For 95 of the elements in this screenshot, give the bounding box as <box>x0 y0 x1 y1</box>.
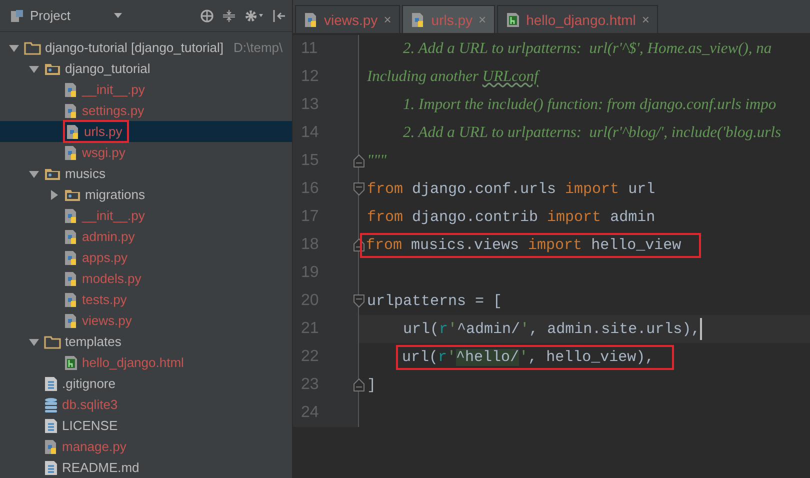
close-icon[interactable]: × <box>642 12 650 27</box>
tree-item[interactable]: hello_django.html <box>0 352 292 373</box>
file-name: manage.py <box>62 439 126 454</box>
close-icon[interactable]: × <box>384 12 392 27</box>
code-line: ] <box>367 376 376 394</box>
file-name: admin.py <box>82 229 135 244</box>
tree-item[interactable]: migrations <box>0 184 292 205</box>
file-name: urls.py <box>84 124 122 139</box>
file-name: hello_django.html <box>82 355 184 370</box>
text-file-icon <box>44 460 58 476</box>
editor-tab[interactable]: hello_django.html × <box>497 5 658 33</box>
tree-item[interactable]: README.md <box>0 457 292 478</box>
settings-icon[interactable] <box>244 8 264 22</box>
package-folder-icon <box>44 62 61 76</box>
project-icon <box>10 8 24 22</box>
tree-item[interactable]: admin.py <box>0 226 292 247</box>
python-file-icon <box>64 82 78 98</box>
tree-item[interactable]: LICENSE <box>0 415 292 436</box>
tree-item[interactable]: templates <box>0 331 292 352</box>
python-file-icon <box>64 228 78 244</box>
tree-item[interactable]: musics <box>0 163 292 184</box>
python-file-icon <box>64 102 78 118</box>
file-name: .gitignore <box>62 376 116 391</box>
python-file-icon <box>64 250 78 266</box>
package-folder-icon <box>44 166 61 180</box>
collapse-all-icon[interactable] <box>222 8 236 22</box>
code-line: 1. Import the include() function: from django.conf.urls impo <box>403 96 776 114</box>
python-file-icon <box>304 12 318 28</box>
code-line: from musics.views import hello_view <box>366 236 682 254</box>
file-name: tests.py <box>82 292 127 307</box>
tree-item[interactable]: urls.py <box>0 121 292 142</box>
code-line: """ <box>367 152 387 170</box>
file-name: wsgi.py <box>82 145 126 160</box>
file-name: templates <box>65 334 122 349</box>
tree-item[interactable]: manage.py <box>0 436 292 457</box>
python-file-icon <box>64 144 78 160</box>
file-name: __init__.py <box>82 208 145 223</box>
file-name: views.py <box>82 313 132 328</box>
hide-panel-icon[interactable] <box>272 8 286 22</box>
tree-item[interactable]: models.py <box>0 268 292 289</box>
python-file-icon <box>64 270 78 286</box>
tree-item[interactable]: tests.py <box>0 289 292 310</box>
code-line: 2. Add a URL to urlpatterns: url(r'^blog/', include('blog.urls <box>403 124 782 142</box>
tree-item[interactable]: wsgi.py <box>0 142 292 163</box>
file-name: apps.py <box>82 250 128 265</box>
fold-marker-icon[interactable] <box>352 182 364 196</box>
file-name: django-tutorial [django_tutorial] <box>45 40 224 55</box>
text-file-icon <box>44 376 58 392</box>
project-path: D:\temp\ <box>234 40 283 55</box>
file-name: django_tutorial <box>65 61 150 76</box>
tree-item[interactable]: .gitignore <box>0 373 292 394</box>
fold-marker-icon[interactable] <box>352 294 364 308</box>
locate-icon[interactable] <box>200 8 214 22</box>
python-file-icon <box>64 208 78 224</box>
tree-item[interactable]: views.py <box>0 310 292 331</box>
file-name: settings.py <box>82 103 144 118</box>
html-file-icon <box>506 12 520 28</box>
project-view-dropdown[interactable]: Project <box>10 8 122 23</box>
code-line: from django.contrib import admin <box>367 208 656 226</box>
editor-tab[interactable]: views.py × <box>295 5 400 33</box>
code-line: 2. Add a URL to urlpatterns: url(r'^$', Home.as_view(), na <box>403 40 772 58</box>
file-name: musics <box>65 166 106 181</box>
package-folder-icon <box>64 188 81 202</box>
code-line: urlpatterns = [ <box>367 292 502 310</box>
html-file-icon <box>64 354 78 370</box>
collapsed-arrow-icon[interactable] <box>48 188 60 200</box>
file-name: README.md <box>62 460 140 475</box>
file-name: LICENSE <box>62 418 118 433</box>
folder-icon <box>44 334 61 348</box>
database-icon <box>44 396 58 412</box>
tree-item[interactable]: __init__.py <box>0 79 292 100</box>
file-name: db.sqlite3 <box>62 397 118 412</box>
tree-item[interactable]: django_tutorial <box>0 58 292 79</box>
python-file-icon <box>64 292 78 308</box>
tree-item[interactable]: settings.py <box>0 100 292 121</box>
code-line: from django.conf.urls import url <box>367 180 656 198</box>
code-line: url(r'^hello/', hello_view), <box>402 348 654 366</box>
tree-item[interactable]: db.sqlite3 <box>0 394 292 415</box>
tree-item[interactable]: __init__.py <box>0 205 292 226</box>
python-file-icon <box>411 12 426 28</box>
tree-item[interactable]: apps.py <box>0 247 292 268</box>
file-name: __init__.py <box>82 82 145 97</box>
text-file-icon <box>44 418 58 434</box>
file-name: models.py <box>82 271 142 286</box>
python-file-icon <box>64 312 78 328</box>
file-name: migrations <box>85 187 145 202</box>
close-icon[interactable]: × <box>478 12 486 27</box>
tree-item[interactable]: django-tutorial [django_tutorial] D:\temp\ <box>0 37 292 58</box>
python-file-icon <box>44 438 58 454</box>
folder-icon <box>24 40 41 54</box>
code-line: url(r'^admin/', admin.site.urls), <box>403 320 700 338</box>
caret-icon <box>114 13 122 18</box>
python-file-icon <box>66 124 80 140</box>
code-line: Including another URLconf <box>367 68 538 86</box>
editor-tab[interactable]: urls.py × <box>402 5 496 33</box>
